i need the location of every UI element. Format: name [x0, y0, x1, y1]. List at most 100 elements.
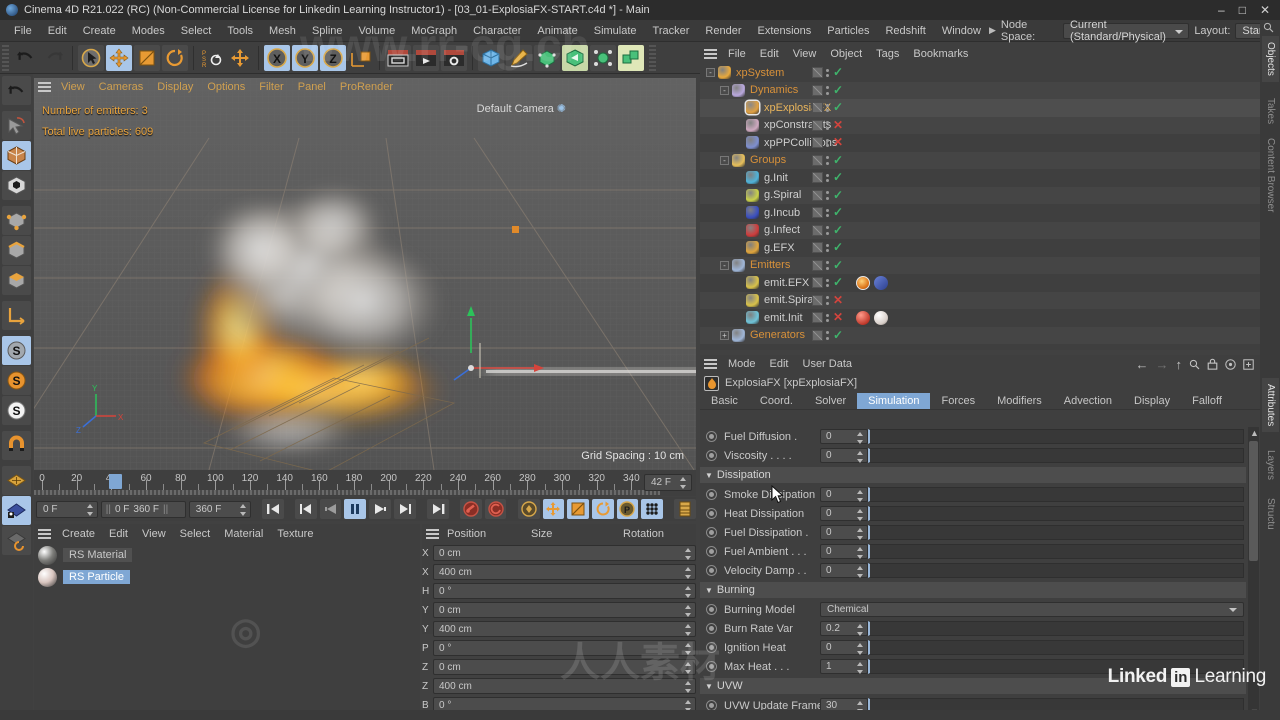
timeline-playhead[interactable] [108, 474, 122, 489]
visibility-dots[interactable] [826, 312, 830, 323]
current-frame-display[interactable]: 42 F [644, 474, 692, 491]
object-tree[interactable]: - xpSystem ✓ - Dynamics ✓ xpExplosiaFX ✓ xpConst… [700, 64, 1260, 350]
minimize-button[interactable]: – [1218, 4, 1225, 16]
coord-field-size-y[interactable]: Y 400 cm [422, 620, 696, 638]
coord-value[interactable]: 400 cm [433, 621, 696, 637]
flame-tag[interactable] [856, 275, 871, 290]
coord-value[interactable]: 0 cm [433, 602, 696, 618]
spinner[interactable] [857, 547, 864, 559]
enabled-check-icon[interactable]: ✓ [833, 259, 843, 271]
timeline-icon[interactable] [674, 499, 697, 519]
preview-range[interactable]: || 0 F 360 F || [100, 500, 186, 518]
scale-key-icon[interactable] [567, 499, 589, 519]
property-value-input[interactable]: 0 [820, 563, 868, 578]
right-tab-attributes[interactable]: Attributes [1262, 378, 1279, 433]
material-swatch[interactable] [38, 545, 57, 565]
menu-item-edit[interactable]: Edit [40, 22, 75, 40]
coord-value[interactable]: 400 cm [433, 678, 696, 694]
menu-item-window[interactable]: Window [934, 22, 989, 40]
object-name[interactable]: g.EFX [764, 242, 795, 254]
layer-color-tag[interactable] [812, 207, 823, 219]
model-mode-icon[interactable] [2, 141, 31, 170]
object-name[interactable]: emit.Spiral [764, 294, 816, 306]
dynamics-tag[interactable] [874, 275, 889, 290]
property-value-input[interactable]: 1 [820, 659, 868, 674]
property-animate-dot[interactable] [706, 661, 717, 672]
visibility-dots[interactable] [826, 207, 830, 218]
coord-value[interactable]: 400 cm [433, 564, 696, 580]
menu-item-mesh[interactable]: Mesh [261, 22, 304, 40]
x-axis-icon[interactable]: X [264, 44, 290, 71]
object-menu-bookmarks[interactable]: Bookmarks [906, 46, 975, 62]
material-menu-select[interactable]: Select [173, 526, 218, 542]
spinner[interactable] [685, 567, 692, 579]
layer-color-tag[interactable] [812, 154, 823, 166]
red-material-tag[interactable] [856, 310, 871, 325]
white-material-tag[interactable] [874, 310, 889, 325]
visibility-dots[interactable] [826, 225, 830, 236]
visibility-dots[interactable] [826, 260, 830, 271]
object-menu-edit[interactable]: Edit [753, 46, 786, 62]
coord-value[interactable]: 0 ° [433, 583, 696, 599]
coord-field-position-y[interactable]: Y 0 cm [422, 601, 696, 619]
node-space-expand-icon[interactable]: ▶ [989, 25, 996, 36]
object-manager-menu-icon[interactable] [704, 48, 717, 60]
enable-axis-icon[interactable]: S [2, 336, 31, 365]
toolbar-grip[interactable] [2, 44, 9, 71]
expander-toggle[interactable]: - [720, 155, 729, 165]
spinner[interactable] [857, 624, 864, 636]
visibility-dots[interactable] [826, 102, 830, 113]
visibility-dots[interactable] [826, 85, 830, 96]
workplane-rotate-icon[interactable] [2, 526, 31, 555]
material-menu-edit[interactable]: Edit [102, 526, 135, 542]
forward-arrow-icon[interactable]: → [1156, 357, 1169, 372]
right-tab-takes[interactable]: Takes [1262, 92, 1279, 130]
live-selection-icon[interactable] [2, 111, 31, 140]
deformer-icon[interactable] [590, 44, 616, 71]
node-space-select[interactable]: Current (Standard/Physical) [1062, 19, 1190, 43]
object-row[interactable]: - xpSystem ✓ [700, 64, 1260, 82]
render-settings-icon[interactable] [441, 44, 467, 71]
object-row[interactable]: g.EFX ✓ [700, 239, 1260, 257]
material-menu-texture[interactable]: Texture [270, 526, 320, 542]
menu-item-create[interactable]: Create [75, 22, 124, 40]
object-axis-icon[interactable]: S [2, 366, 31, 395]
coord-value[interactable]: 0 cm [433, 545, 696, 561]
property-value-input[interactable]: 0 [820, 544, 868, 559]
world-axis-icon[interactable]: S [2, 396, 31, 425]
layer-color-tag[interactable] [812, 119, 823, 131]
visibility-dots[interactable] [826, 137, 830, 148]
property-value-input[interactable]: 0 [820, 640, 868, 655]
viewport-menu-panel[interactable]: Panel [291, 79, 333, 95]
spinner[interactable] [857, 432, 864, 444]
visibility-dots[interactable] [826, 242, 830, 253]
right-tab-objects[interactable]: Objects [1262, 36, 1279, 82]
attribute-tab-basic[interactable]: Basic [700, 393, 749, 409]
world-axis-icon[interactable] [227, 45, 253, 71]
expander-toggle[interactable]: - [720, 260, 729, 270]
property-slider[interactable] [868, 525, 1244, 540]
redo-icon[interactable] [41, 45, 67, 71]
menu-item-mograph[interactable]: MoGraph [403, 22, 465, 40]
coord-field-position-z[interactable]: Z 0 cm [422, 658, 696, 676]
menu-item-volume[interactable]: Volume [351, 22, 404, 40]
object-name[interactable]: Emitters [750, 259, 790, 271]
coord-value[interactable]: 0 cm [433, 659, 696, 675]
disabled-cross-icon[interactable]: ✕ [833, 119, 843, 131]
menu-item-modes[interactable]: Modes [124, 22, 173, 40]
disabled-cross-icon[interactable]: ✕ [833, 136, 843, 148]
nurbs-icon[interactable] [534, 44, 560, 71]
object-name[interactable]: xpSystem [736, 67, 784, 79]
viewport-menu-cameras[interactable]: Cameras [92, 79, 151, 95]
timeline-track[interactable] [34, 490, 660, 495]
object-name[interactable]: Generators [750, 329, 805, 341]
visibility-dots[interactable] [826, 155, 830, 166]
property-animate-dot[interactable] [706, 508, 717, 519]
spinner[interactable] [685, 548, 692, 560]
material-name[interactable]: RS Particle [63, 570, 131, 584]
menu-item-redshift[interactable]: Redshift [877, 22, 933, 40]
layer-color-tag[interactable] [812, 102, 823, 114]
axis-mode-icon[interactable] [2, 301, 31, 330]
property-animate-dot[interactable] [706, 527, 717, 538]
enabled-check-icon[interactable]: ✓ [833, 206, 843, 218]
